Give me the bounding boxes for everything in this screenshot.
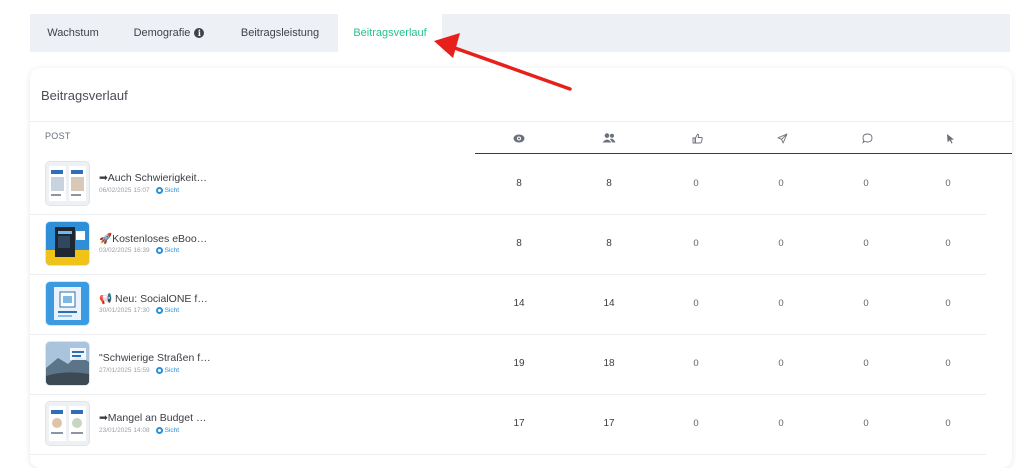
tab-beitragsleistung[interactable]: Beitragsleistung — [222, 14, 338, 52]
tab-label: Wachstum — [47, 27, 99, 39]
post-date: 06/02/2025 15:07 — [99, 187, 150, 194]
table-row[interactable]: "Schwierige Straßen f… 27/01/2025 15:59 … — [30, 334, 986, 395]
eye-icon — [512, 131, 526, 145]
table-row[interactable]: ➡Mangel an Budget … 23/01/2025 14:08 Sic… — [30, 394, 986, 455]
eye-icon — [155, 187, 163, 194]
post-meta: 03/02/2025 16:39 Sicht — [99, 247, 179, 254]
info-icon[interactable]: i — [194, 28, 205, 38]
tab-wachstum[interactable]: Wachstum — [30, 14, 116, 52]
tab-bar: Wachstum Demografie i Beitragsleistung B… — [30, 14, 1010, 52]
send-icon — [775, 131, 789, 145]
shares-value: 0 — [778, 298, 784, 309]
impressions-value: 8 — [516, 238, 522, 249]
table-row[interactable]: 🚀Kostenloses eBoo… 03/02/2025 16:39 Sich… — [30, 214, 986, 275]
tab-label: Beitragsleistung — [240, 27, 320, 39]
post-thumbnail[interactable] — [46, 342, 89, 385]
clicks-value: 0 — [945, 298, 951, 309]
view-label: Sicht — [164, 367, 180, 374]
view-label: Sicht — [164, 307, 180, 314]
impressions-value: 14 — [513, 298, 525, 309]
shares-value: 0 — [778, 178, 784, 189]
comment-icon — [860, 131, 874, 145]
post-date: 03/02/2025 16:39 — [99, 247, 150, 254]
comments-value: 0 — [863, 238, 869, 249]
card-title: Beitragsverlauf — [41, 88, 128, 103]
impressions-value: 8 — [516, 178, 522, 189]
view-label: Sicht — [164, 247, 180, 254]
tab-demografie[interactable]: Demografie i — [116, 14, 222, 52]
impressions-value: 17 — [513, 418, 525, 429]
thumbs-up-icon — [690, 131, 704, 145]
clicks-value: 0 — [945, 178, 951, 189]
post-meta: 23/01/2025 14:08 Sicht — [99, 427, 179, 434]
comments-value: 0 — [863, 298, 869, 309]
post-title: 🚀Kostenloses eBoo… — [99, 233, 208, 245]
post-meta: 30/01/2025 17:30 Sicht — [99, 307, 179, 314]
shares-value: 0 — [778, 358, 784, 369]
view-post-link[interactable]: Sicht — [155, 367, 180, 374]
table-row[interactable]: 📢 Neu: SocialONE f… 30/01/2025 17:30 Sic… — [30, 274, 986, 335]
post-thumbnail[interactable] — [46, 282, 89, 325]
column-header-post: POST — [45, 131, 71, 141]
users-icon — [602, 131, 616, 145]
tab-label: Demografie — [133, 27, 191, 39]
comments-value: 0 — [863, 358, 869, 369]
divider — [30, 121, 1012, 122]
post-date: 27/01/2025 15:59 — [99, 367, 150, 374]
table-row[interactable]: ➡Auch Schwierigkeit… 06/02/2025 15:07 Si… — [30, 154, 986, 215]
view-label: Sicht — [164, 187, 180, 194]
comments-value: 0 — [863, 178, 869, 189]
eye-icon — [155, 367, 163, 374]
post-thumbnail[interactable] — [46, 402, 89, 445]
likes-value: 0 — [693, 418, 699, 429]
eye-icon — [155, 427, 163, 434]
likes-value: 0 — [693, 178, 699, 189]
cursor-icon — [943, 131, 957, 145]
impressions-value: 19 — [513, 358, 525, 369]
tab-label: Beitragsverlauf — [353, 27, 427, 39]
likes-value: 0 — [693, 298, 699, 309]
post-thumbnail[interactable] — [46, 162, 89, 205]
post-history-card: Beitragsverlauf POST ➡Auch Schwierigkeit… — [30, 68, 1012, 468]
eye-icon — [155, 307, 163, 314]
view-post-link[interactable]: Sicht — [155, 427, 180, 434]
post-title: 📢 Neu: SocialONE f… — [99, 293, 208, 305]
reach-value: 17 — [603, 418, 615, 429]
post-meta: 06/02/2025 15:07 Sicht — [99, 187, 179, 194]
view-post-link[interactable]: Sicht — [155, 247, 180, 254]
clicks-value: 0 — [945, 358, 951, 369]
reach-value: 18 — [603, 358, 615, 369]
tab-beitragsverlauf[interactable]: Beitragsverlauf — [338, 14, 442, 52]
clicks-value: 0 — [945, 418, 951, 429]
post-meta: 27/01/2025 15:59 Sicht — [99, 367, 179, 374]
likes-value: 0 — [693, 358, 699, 369]
likes-value: 0 — [693, 238, 699, 249]
comments-value: 0 — [863, 418, 869, 429]
reach-value: 8 — [606, 178, 612, 189]
shares-value: 0 — [778, 238, 784, 249]
eye-icon — [155, 247, 163, 254]
shares-value: 0 — [778, 418, 784, 429]
post-title: "Schwierige Straßen f… — [99, 352, 211, 364]
post-thumbnail[interactable] — [46, 222, 89, 265]
post-date: 23/01/2025 14:08 — [99, 427, 150, 434]
view-post-link[interactable]: Sicht — [155, 307, 180, 314]
clicks-value: 0 — [945, 238, 951, 249]
post-title: ➡Auch Schwierigkeit… — [99, 172, 208, 184]
post-title: ➡Mangel an Budget … — [99, 412, 207, 424]
reach-value: 14 — [603, 298, 615, 309]
view-label: Sicht — [164, 427, 180, 434]
post-date: 30/01/2025 17:30 — [99, 307, 150, 314]
reach-value: 8 — [606, 238, 612, 249]
view-post-link[interactable]: Sicht — [155, 187, 180, 194]
